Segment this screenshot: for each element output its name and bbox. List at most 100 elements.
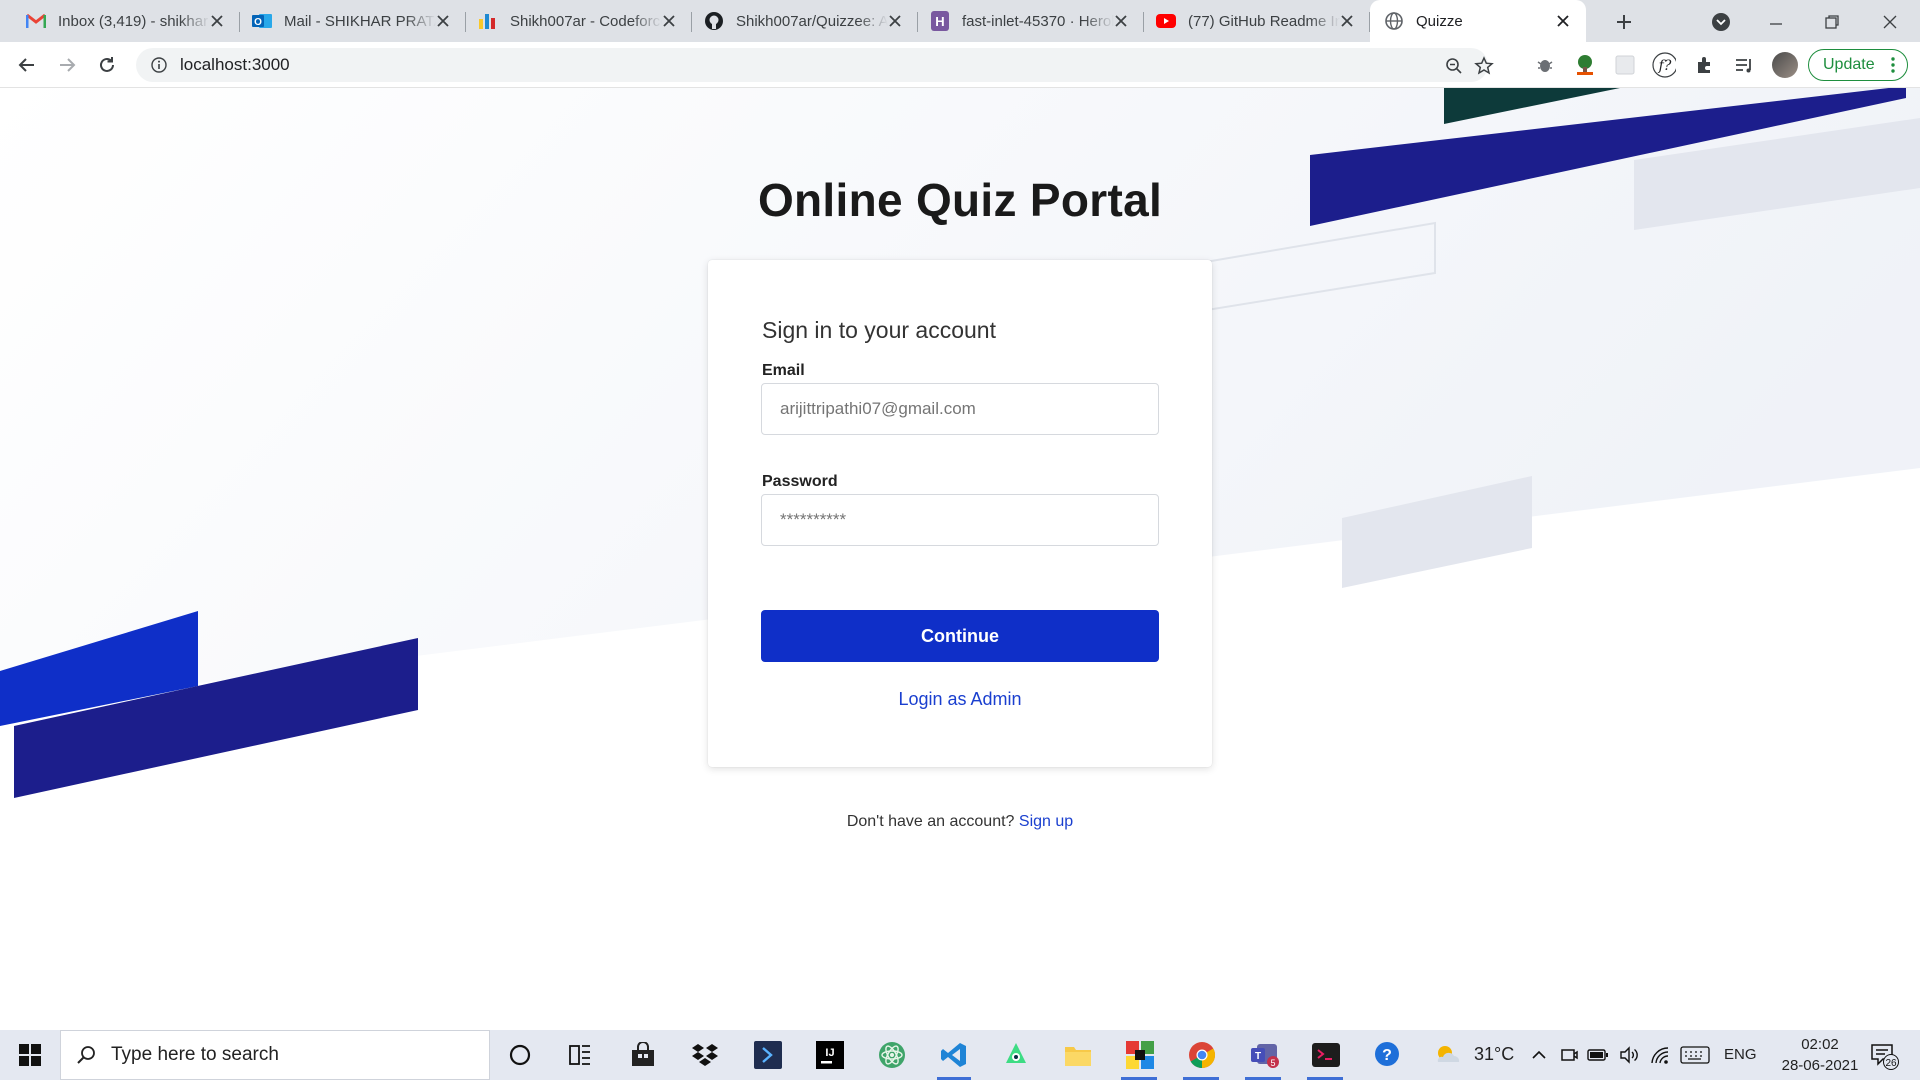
blank-extension-icon[interactable]	[1613, 53, 1637, 77]
signup-prompt-text: Don't have an account?	[846, 813, 1015, 830]
password-label: Password	[762, 473, 838, 490]
battery-icon[interactable]	[1586, 1040, 1610, 1070]
close-tab-icon[interactable]	[434, 12, 452, 30]
bug-extension-icon[interactable]	[1533, 53, 1557, 77]
codeforces-icon	[478, 11, 498, 31]
chrome-icon[interactable]	[1187, 1040, 1217, 1070]
windows-taskbar: Type here to search IJ T5 ? 31°C ENG 02:…	[0, 1030, 1920, 1080]
tab-search-icon[interactable]	[1707, 8, 1735, 36]
microsoft-store-icon[interactable]	[628, 1040, 658, 1070]
site-info-icon[interactable]	[150, 56, 168, 74]
close-tab-icon[interactable]	[660, 12, 678, 30]
notification-center-icon[interactable]: 26	[1868, 1040, 1900, 1070]
tab-outlook[interactable]: O Mail - SHIKHAR PRATAP	[226, 0, 466, 42]
svg-text:26: 26	[1885, 1058, 1897, 1069]
svg-text:?: ?	[1382, 1047, 1392, 1064]
tab-heroku[interactable]: H fast-inlet-45370 · Heroku	[904, 0, 1144, 42]
update-button[interactable]: Update	[1808, 49, 1908, 81]
portal-title: Online Quiz Portal	[757, 174, 1163, 226]
clock-time[interactable]: 02:02	[1770, 1036, 1870, 1053]
taskbar-search-placeholder: Type here to search	[111, 1044, 279, 1065]
terminal-icon[interactable]	[1311, 1040, 1341, 1070]
extensions-puzzle-icon[interactable]	[1693, 53, 1717, 77]
password-field[interactable]	[761, 494, 1159, 546]
tray-expand-icon[interactable]	[1527, 1040, 1551, 1070]
language-indicator[interactable]: ENG	[1724, 1046, 1757, 1063]
task-view-icon[interactable]	[565, 1040, 595, 1070]
svg-text:f?: f?	[1658, 58, 1672, 74]
svg-text:H: H	[935, 14, 944, 29]
reading-list-icon[interactable]	[1732, 53, 1756, 77]
close-tab-icon[interactable]	[1338, 12, 1356, 30]
bookmark-star-icon[interactable]	[1474, 56, 1494, 76]
sign-up-link[interactable]: Sign up	[1019, 813, 1073, 830]
svg-text:O: O	[254, 17, 262, 28]
minimize-window-icon[interactable]	[1762, 8, 1790, 36]
globe-icon	[1384, 11, 1404, 31]
close-tab-icon[interactable]	[1112, 12, 1130, 30]
sign-in-card: Sign in to your account Email Password C…	[708, 260, 1212, 767]
more-menu-icon[interactable]	[1891, 57, 1895, 78]
tab-gmail[interactable]: Inbox (3,419) - shikhar	[0, 0, 240, 42]
close-tab-icon[interactable]	[208, 12, 226, 30]
back-arrow-icon[interactable]	[13, 51, 41, 79]
weather-temperature[interactable]: 31°C	[1474, 1044, 1514, 1065]
gmail-icon	[26, 11, 46, 31]
search-icon	[75, 1044, 97, 1066]
android-studio-icon[interactable]	[1001, 1040, 1031, 1070]
signup-prompt: Don't have an account? Sign up	[0, 813, 1920, 831]
heroku-icon: H	[930, 11, 950, 31]
github-icon	[704, 11, 724, 31]
taskbar-search-box[interactable]: Type here to search	[60, 1030, 490, 1080]
intellij-icon[interactable]: IJ	[815, 1040, 845, 1070]
tab-title: Quizze	[1416, 12, 1463, 30]
tab-github[interactable]: Shikh007ar/Quizzee: A	[678, 0, 918, 42]
weather-icon[interactable]	[1433, 1040, 1463, 1070]
zoom-icon[interactable]	[1444, 56, 1464, 76]
tab-title: Shikh007ar/Quizzee: A	[736, 12, 888, 30]
outlook-icon: O	[252, 11, 272, 31]
email-label: Email	[762, 362, 805, 379]
page-content: Online Quiz Portal Sign in to your accou…	[0, 88, 1920, 1030]
browser-toolbar: localhost:3000 f? Update	[0, 42, 1920, 88]
atom-icon[interactable]	[877, 1040, 907, 1070]
close-tab-icon[interactable]	[886, 12, 904, 30]
tab-title: Shikh007ar - Codeforces	[510, 12, 662, 30]
svg-text:T: T	[1255, 1051, 1261, 1062]
forward-arrow-icon[interactable]	[53, 51, 81, 79]
profile-avatar[interactable]	[1772, 52, 1798, 78]
tree-extension-icon[interactable]	[1573, 53, 1597, 77]
wifi-icon[interactable]	[1648, 1040, 1672, 1070]
windows-start-icon[interactable]	[0, 1030, 60, 1080]
restore-window-icon[interactable]	[1818, 8, 1846, 36]
tab-youtube[interactable]: (77) GitHub Readme In	[1130, 0, 1370, 42]
dropbox-icon[interactable]	[690, 1040, 720, 1070]
volume-icon[interactable]	[1617, 1040, 1641, 1070]
font-extension-icon[interactable]: f?	[1652, 52, 1676, 78]
close-window-icon[interactable]	[1876, 8, 1904, 36]
tab-codeforces[interactable]: Shikh007ar - Codeforces	[452, 0, 692, 42]
clock-date[interactable]: 28-06-2021	[1770, 1057, 1870, 1074]
reload-icon[interactable]	[93, 51, 121, 79]
file-explorer-icon[interactable]	[1063, 1040, 1093, 1070]
update-label: Update	[1823, 56, 1875, 73]
continue-button[interactable]: Continue	[761, 610, 1159, 662]
meet-now-icon[interactable]	[1557, 1040, 1581, 1070]
login-as-admin-link[interactable]: Login as Admin	[708, 689, 1212, 710]
color-tiles-app-icon[interactable]	[1125, 1040, 1155, 1070]
new-tab-button[interactable]	[1610, 8, 1638, 36]
svg-text:IJ: IJ	[825, 1047, 834, 1059]
address-bar[interactable]: localhost:3000	[136, 48, 1494, 82]
close-tab-icon[interactable]	[1554, 12, 1572, 30]
email-field[interactable]	[761, 383, 1159, 435]
vscode-icon[interactable]	[939, 1040, 969, 1070]
card-heading: Sign in to your account	[762, 317, 996, 343]
tab-title: Inbox (3,419) - shikhar	[58, 12, 209, 30]
url-text: localhost:3000	[180, 55, 290, 74]
cortana-icon[interactable]	[505, 1040, 535, 1070]
powershell-icon[interactable]	[753, 1040, 783, 1070]
help-icon[interactable]: ?	[1373, 1040, 1403, 1070]
teams-icon[interactable]: T5	[1249, 1040, 1279, 1070]
tab-quizze[interactable]: Quizze	[1370, 0, 1586, 42]
keyboard-icon[interactable]	[1679, 1040, 1711, 1070]
